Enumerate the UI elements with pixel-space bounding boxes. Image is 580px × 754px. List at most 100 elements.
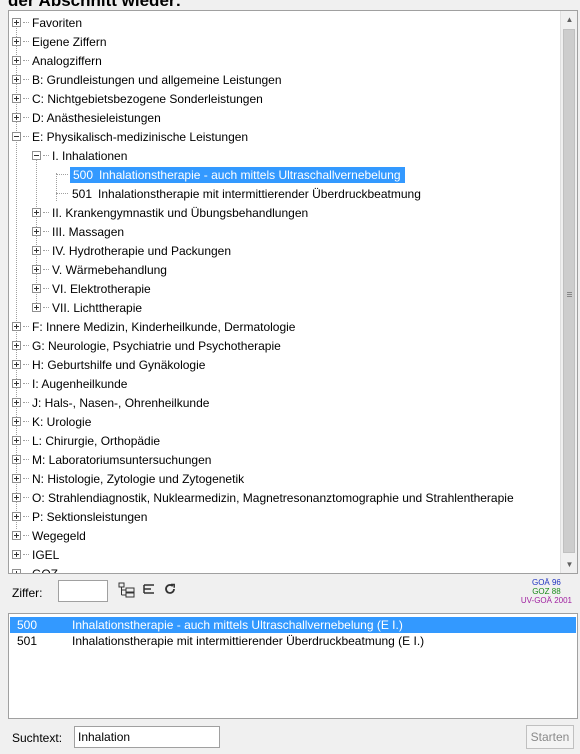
tree-node-e-hydrotherapie[interactable]: IV. Hydrotherapie und Packungen <box>32 241 233 260</box>
tree-node-label: O: Strahlendiagnostik, Nuklearmedizin, M… <box>32 490 514 505</box>
tree-node-label: L: Chirurgie, Orthopädie <box>32 433 161 448</box>
selected-tree-item[interactable]: 500 Inhalationstherapie - auch mittels U… <box>70 166 405 183</box>
collapse-icon[interactable] <box>32 151 41 160</box>
tree-node-label: I. Inhalationen <box>52 148 128 163</box>
grip-icon <box>567 292 572 297</box>
expand-icon[interactable] <box>32 246 41 255</box>
tree-node-label: VI. Elektrotherapie <box>52 281 151 296</box>
tree-node-label: IV. Hydrotherapie und Packungen <box>52 243 232 258</box>
tree-collapse-icon[interactable] <box>117 582 137 600</box>
tree-node-section-e[interactable]: E: Physikalisch-medizinische Leistungen <box>12 127 250 146</box>
ziffer-description: Inhalationstherapie - auch mittels Ultra… <box>99 167 401 182</box>
tree-node-e-waermebehandlung[interactable]: V. Wärmebehandlung <box>32 260 169 279</box>
expand-icon[interactable] <box>12 94 21 103</box>
tree-node-label: Favoriten <box>32 15 83 30</box>
search-input[interactable] <box>74 726 220 748</box>
expand-icon[interactable] <box>12 531 21 540</box>
tree-node-wegegeld[interactable]: Wegegeld <box>12 526 88 545</box>
expand-icon[interactable] <box>12 360 21 369</box>
result-text: Inhalationstherapie - auch mittels Ultra… <box>72 618 403 632</box>
tree-node-section-o[interactable]: O: Strahlendiagnostik, Nuklearmedizin, M… <box>12 488 516 507</box>
tree-node-label: II. Krankengymnastik und Übungsbehandlun… <box>52 205 309 220</box>
tree-leaf-501[interactable]: 501 Inhalationstherapie mit intermittier… <box>56 184 423 203</box>
tree-panel[interactable]: Favoriten Eigene Ziffern Analogziffern B… <box>8 10 578 574</box>
expand-icon[interactable] <box>32 208 41 217</box>
tree-node-label: III. Massagen <box>52 224 125 239</box>
search-results-list[interactable]: 500 Inhalationstherapie - auch mittels U… <box>8 613 578 719</box>
ziffer-input[interactable] <box>58 580 108 602</box>
tree-node-goz[interactable]: GOZ <box>12 564 60 573</box>
tree-node-section-j[interactable]: J: Hals-, Nasen-, Ohrenheilkunde <box>12 393 211 412</box>
tree-node-section-b[interactable]: B: Grundleistungen und allgemeine Leistu… <box>12 70 284 89</box>
result-row[interactable]: 500 Inhalationstherapie - auch mittels U… <box>10 617 576 633</box>
tree-node-e-inhalationen[interactable]: I. Inhalationen <box>32 146 129 165</box>
expand-icon[interactable] <box>12 493 21 502</box>
collapse-icon[interactable] <box>12 132 21 141</box>
expand-icon[interactable] <box>12 417 21 426</box>
tree-leaf-500[interactable]: 500 Inhalationstherapie - auch mittels U… <box>56 165 405 184</box>
expand-icon[interactable] <box>12 379 21 388</box>
tree-node-label: B: Grundleistungen und allgemeine Leistu… <box>32 72 282 87</box>
tree-node-section-i[interactable]: I: Augenheilkunde <box>12 374 129 393</box>
refresh-icon[interactable] <box>160 582 180 600</box>
tree-node-label: V. Wärmebehandlung <box>52 262 167 277</box>
tree-node-e-elektrotherapie[interactable]: VI. Elektrotherapie <box>32 279 153 298</box>
tree-node-section-c[interactable]: C: Nichtgebietsbezogene Sonderleistungen <box>12 89 265 108</box>
expand-icon[interactable] <box>12 341 21 350</box>
start-search-button[interactable]: Starten <box>526 725 574 749</box>
result-code: 501 <box>17 634 38 648</box>
tree-node-label: G: Neurologie, Psychiatrie und Psychothe… <box>32 338 281 353</box>
tree-node-section-n[interactable]: N: Histologie, Zytologie und Zytogenetik <box>12 469 246 488</box>
expand-icon[interactable] <box>32 265 41 274</box>
expand-icon[interactable] <box>12 56 21 65</box>
tree-node-label: K: Urologie <box>32 414 92 429</box>
tree-node-section-h[interactable]: H: Geburtshilfe und Gynäkologie <box>12 355 207 374</box>
expand-icon[interactable] <box>12 18 21 27</box>
tree-node-label: H: Geburtshilfe und Gynäkologie <box>32 357 206 372</box>
tree-node-e-lichttherapie[interactable]: VII. Lichttherapie <box>32 298 144 317</box>
tree-node-igel[interactable]: IGEL <box>12 545 61 564</box>
expand-icon[interactable] <box>32 227 41 236</box>
catalog-tree[interactable]: Favoriten Eigene Ziffern Analogziffern B… <box>9 11 560 573</box>
scroll-down-icon[interactable]: ▼ <box>561 556 577 573</box>
list-icon[interactable] <box>139 582 159 600</box>
scroll-up-icon[interactable]: ▲ <box>561 11 577 28</box>
expand-icon[interactable] <box>12 474 21 483</box>
scroll-thumb[interactable] <box>563 29 575 553</box>
expand-icon[interactable] <box>12 75 21 84</box>
tree-node-label: E: Physikalisch-medizinische Leistungen <box>32 129 249 144</box>
tree-node-section-f[interactable]: F: Innere Medizin, Kinderheilkunde, Derm… <box>12 317 297 336</box>
expand-icon[interactable] <box>12 436 21 445</box>
expand-icon[interactable] <box>12 322 21 331</box>
tree-node-label: D: Anästhesieleistungen <box>32 110 161 125</box>
tree-node-favoriten[interactable]: Favoriten <box>12 13 84 32</box>
expand-icon[interactable] <box>12 569 21 573</box>
tree-node-analogziffern[interactable]: Analogziffern <box>12 51 104 70</box>
tree-node-section-k[interactable]: K: Urologie <box>12 412 93 431</box>
tree-node-section-p[interactable]: P: Sektionsleistungen <box>12 507 149 526</box>
tree-node-section-g[interactable]: G: Neurologie, Psychiatrie und Psychothe… <box>12 336 283 355</box>
catalog-versions: GOÄ 96 GOZ 88 UV-GOÄ 2001 <box>521 578 572 605</box>
expand-icon[interactable] <box>12 455 21 464</box>
expand-icon[interactable] <box>12 113 21 122</box>
expand-icon[interactable] <box>12 398 21 407</box>
expand-icon[interactable] <box>12 37 21 46</box>
tree-node-label: IGEL <box>32 547 60 562</box>
ziffer-toolbar: Ziffer: GOÄ 96 GOZ 88 UV-GOÄ 2001 <box>8 575 578 613</box>
tree-node-label: J: Hals-, Nasen-, Ohrenheilkunde <box>32 395 210 410</box>
tree-node-e-massagen[interactable]: III. Massagen <box>32 222 126 241</box>
tree-node-section-d[interactable]: D: Anästhesieleistungen <box>12 108 163 127</box>
tree-node-section-m[interactable]: M: Laboratoriumsuntersuchungen <box>12 450 213 469</box>
expand-icon[interactable] <box>12 512 21 521</box>
tree-node-e-krankengymnastik[interactable]: II. Krankengymnastik und Übungsbehandlun… <box>32 203 310 222</box>
tree-vertical-scrollbar[interactable]: ▲ ▼ <box>560 11 577 573</box>
expand-icon[interactable] <box>32 303 41 312</box>
tree-node-label: Eigene Ziffern <box>32 34 107 49</box>
expand-icon[interactable] <box>12 550 21 559</box>
result-row[interactable]: 501 Inhalationstherapie mit intermittier… <box>10 633 576 649</box>
tree-node-label: Analogziffern <box>32 53 102 68</box>
expand-icon[interactable] <box>32 284 41 293</box>
tree-node-section-l[interactable]: L: Chirurgie, Orthopädie <box>12 431 162 450</box>
result-text: Inhalationstherapie mit intermittierende… <box>72 634 425 648</box>
tree-node-eigene-ziffern[interactable]: Eigene Ziffern <box>12 32 109 51</box>
